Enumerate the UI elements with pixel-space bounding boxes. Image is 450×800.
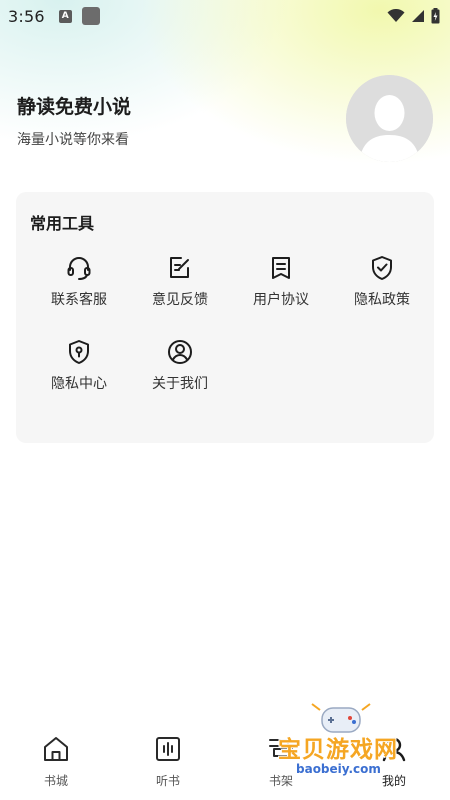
battery-icon	[431, 8, 440, 24]
notification-square-icon	[81, 7, 100, 25]
tool-user-agreement[interactable]: 用户协议	[231, 254, 331, 324]
profile-header: 静读免费小说 海量小说等你来看	[17, 92, 131, 149]
nav-item-audiobooks[interactable]: 听书	[128, 734, 208, 794]
tool-feedback[interactable]: 意见反馈	[130, 254, 230, 324]
status-icons	[387, 8, 440, 24]
tool-label: 联系客服	[51, 292, 107, 308]
watermark-text: 宝贝游戏网	[278, 737, 398, 763]
nav-label: 书城	[43, 774, 68, 788]
tool-label: 意见反馈	[152, 292, 208, 308]
tool-label: 隐私中心	[51, 376, 107, 392]
signal-icon	[412, 10, 424, 22]
tool-privacy-center[interactable]: 隐私中心	[29, 338, 129, 408]
status-time: 3:56	[8, 6, 45, 26]
edit-note-icon	[170, 257, 189, 278]
shield-check-icon	[372, 256, 392, 280]
app-subtitle: 海量小说等你来看	[17, 132, 129, 148]
wifi-icon	[387, 9, 405, 22]
watermark: 宝贝游戏网 baobeiy.com	[276, 702, 426, 782]
tools-card: 常用工具 联系客服 意见反馈 用户协议 隐私政策 隐私中心 关于我们	[16, 192, 434, 443]
nav-label: 听书	[155, 774, 180, 788]
tool-label: 隐私政策	[354, 292, 410, 308]
watermark-url: baobeiy.com	[296, 762, 381, 776]
shield-lock-icon	[69, 340, 89, 364]
tool-label: 关于我们	[152, 376, 208, 392]
tool-label: 用户协议	[253, 292, 309, 308]
nav-item-bookstore[interactable]: 书城	[16, 734, 96, 794]
avatar[interactable]	[346, 75, 433, 162]
status-bar: 3:56 A	[0, 0, 450, 32]
app-title: 静读免费小说	[17, 96, 132, 118]
home-icon	[44, 737, 68, 761]
tool-about-us[interactable]: 关于我们	[130, 338, 230, 408]
audio-icon	[156, 737, 180, 761]
notification-a-icon: A	[58, 9, 72, 23]
default-avatar-icon	[346, 75, 433, 162]
tool-privacy-policy[interactable]: 隐私政策	[332, 254, 432, 324]
document-icon	[272, 257, 290, 279]
headset-icon	[67, 257, 91, 280]
tool-contact-service[interactable]: 联系客服	[29, 254, 129, 324]
tools-title: 常用工具	[30, 214, 95, 233]
user-circle-icon	[168, 340, 192, 364]
